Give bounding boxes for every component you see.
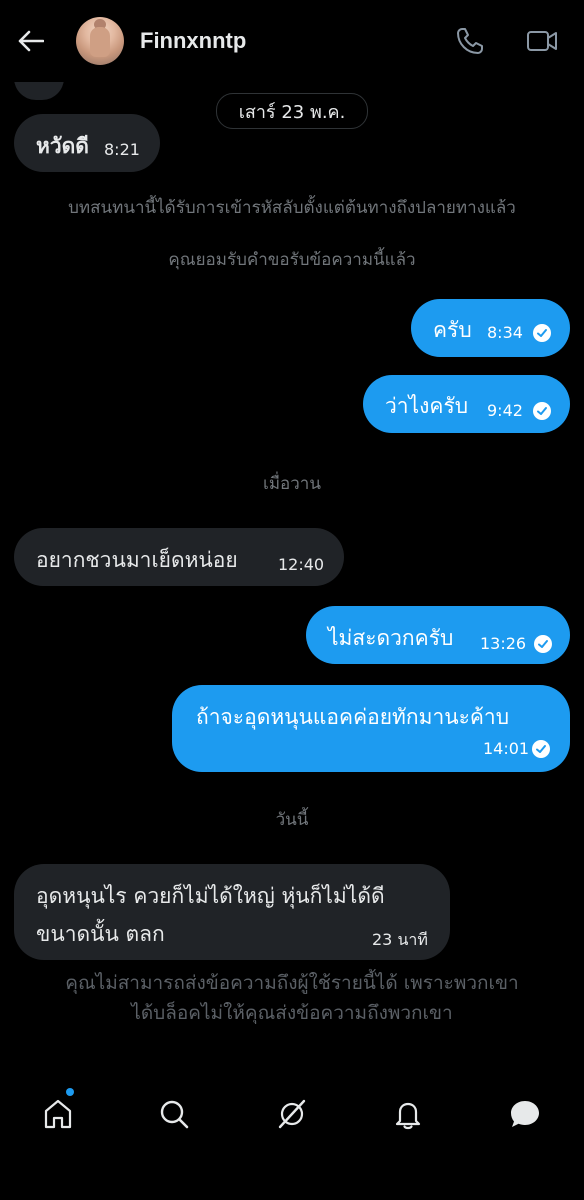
message-time: 13:26 <box>480 634 527 653</box>
blocked-notice: คุณไม่สามารถส่งข้อความถึงผู้ใช้รายนี้ได้… <box>0 968 584 1028</box>
message-incoming[interactable]: หวัดดี 8:21 <box>14 114 160 172</box>
request-accepted-notice: คุณยอมรับคำขอรับข้อความนี้แล้ว <box>168 250 416 270</box>
messages-icon <box>511 1101 539 1127</box>
message-text: ว่าไงครับ <box>385 394 469 418</box>
message-text: ถ้าจะอุดหนุนแอคค่อยทักมานะค้าบ <box>196 705 510 729</box>
nav-notifications[interactable] <box>388 1094 428 1134</box>
bottom-nav <box>0 1076 584 1152</box>
video-camera-icon <box>527 31 557 51</box>
day-label-yesterday: เมื่อวาน <box>263 474 321 494</box>
message-time: 14:01 <box>483 739 530 758</box>
message-outgoing[interactable]: ว่าไงครับ 9:42 <box>363 375 570 433</box>
message-time: 23 นาที <box>372 930 428 949</box>
nav-home[interactable] <box>38 1094 78 1134</box>
avatar[interactable] <box>76 17 124 65</box>
chat-header: Finnxnntp <box>0 0 584 82</box>
video-call-button[interactable] <box>524 24 560 58</box>
message-time: 9:42 <box>487 401 523 420</box>
blocked-notice-line1: คุณไม่สามารถส่งข้อความถึงผู้ใช้รายนี้ได้… <box>65 972 519 994</box>
nav-search[interactable] <box>154 1094 194 1134</box>
blocked-notice-line2: ได้บล็อคไม่ให้คุณส่งข้อความถึงพวกเขา <box>131 1002 453 1024</box>
message-text: ไม่สะดวกครับ <box>328 626 454 650</box>
home-icon <box>44 1099 72 1129</box>
message-outgoing[interactable]: ถ้าจะอุดหนุนแอคค่อยทักมานะค้าบ 14:01 <box>172 685 570 772</box>
nav-messages[interactable] <box>505 1094 545 1134</box>
message-incoming[interactable]: อุดหนุนไร ควยก็ไม่ได้ใหญ่ หุ่นก็ไม่ได้ดี… <box>14 864 450 960</box>
arrow-left-icon <box>18 30 44 52</box>
message-outgoing[interactable]: ไม่สะดวกครับ 13:26 <box>306 606 570 664</box>
chat-username[interactable]: Finnxnntp <box>140 28 246 54</box>
call-button[interactable] <box>453 24 487 58</box>
message-text: อยากชวนมาเย็ดหน่อย <box>36 548 238 572</box>
message-outgoing[interactable]: ครับ 8:34 <box>411 299 570 357</box>
day-label-today: วันนี้ <box>275 810 309 830</box>
message-time: 8:21 <box>104 140 140 159</box>
message-text-line2: ขนาดนั้น ตลก <box>36 922 165 946</box>
read-check-icon <box>533 402 551 420</box>
home-notification-dot <box>66 1088 74 1096</box>
message-text-line1: อุดหนุนไร ควยก็ไม่ได้ใหญ่ หุ่นก็ไม่ได้ดี <box>36 884 385 908</box>
nav-grok[interactable] <box>272 1094 312 1134</box>
message-text: หวัดดี <box>36 134 89 158</box>
encryption-notice: บทสนทนานี้ได้รับการเข้ารหัสลับตั้งแต่ต้น… <box>68 198 516 218</box>
bell-icon <box>395 1102 421 1130</box>
message-time: 12:40 <box>278 555 325 574</box>
grok-icon <box>278 1099 306 1129</box>
read-check-icon <box>533 324 551 342</box>
message-time: 8:34 <box>487 323 523 342</box>
date-chip: เสาร์ 23 พ.ค. <box>216 93 368 129</box>
search-icon <box>160 1100 189 1129</box>
read-check-icon <box>532 740 550 758</box>
message-text: ครับ <box>433 318 472 342</box>
back-button[interactable] <box>14 24 48 58</box>
phone-icon <box>457 28 483 54</box>
message-incoming[interactable]: อยากชวนมาเย็ดหน่อย 12:40 <box>14 528 344 586</box>
read-check-icon <box>534 635 552 653</box>
